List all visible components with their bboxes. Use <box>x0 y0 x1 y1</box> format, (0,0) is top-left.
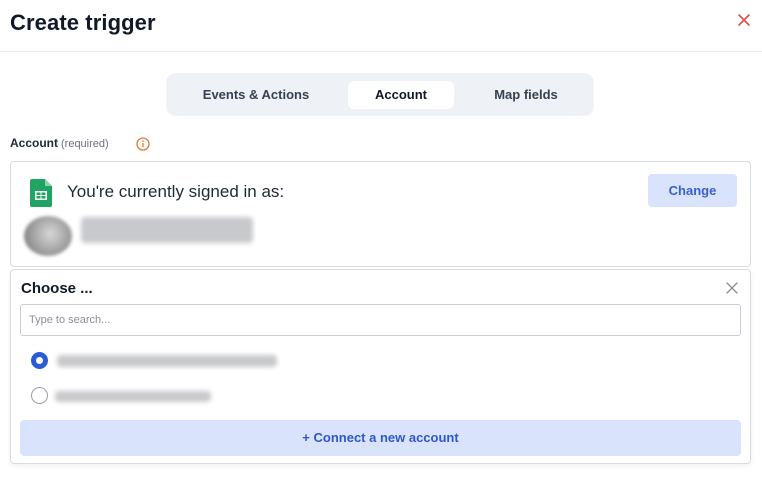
account-chooser: Choose ... + Connect a new account <box>10 269 751 464</box>
signed-in-card: You're currently signed in as: Change <box>10 161 751 267</box>
connect-new-account-button[interactable]: + Connect a new account <box>20 420 741 456</box>
close-icon[interactable] <box>726 282 738 294</box>
account-option-radio-selected[interactable] <box>31 352 48 369</box>
avatar <box>24 216 72 256</box>
modal-title: Create trigger <box>10 10 156 35</box>
close-icon[interactable] <box>736 12 752 28</box>
google-sheets-icon <box>30 179 52 207</box>
signed-in-text: You're currently signed in as: <box>67 182 285 201</box>
tab-account[interactable]: Account <box>348 81 454 109</box>
info-icon[interactable] <box>136 137 150 151</box>
required-marker: (required) <box>61 138 109 150</box>
search-input[interactable] <box>20 304 741 336</box>
modal-header: Create trigger <box>0 0 762 52</box>
account-option-radio[interactable] <box>31 387 48 404</box>
account-label-text: Account <box>10 136 58 150</box>
redacted-account-option <box>57 355 277 367</box>
tab-bar: Events & Actions Account Map fields <box>166 73 594 116</box>
account-field-label: Account (required) <box>10 136 109 150</box>
redacted-account-option <box>55 391 211 402</box>
redacted-account-name <box>81 217 253 243</box>
change-account-button[interactable]: Change <box>648 174 737 207</box>
tab-map-fields[interactable]: Map fields <box>472 81 580 109</box>
chooser-title: Choose ... <box>21 280 93 297</box>
tab-events-actions[interactable]: Events & Actions <box>186 81 326 109</box>
